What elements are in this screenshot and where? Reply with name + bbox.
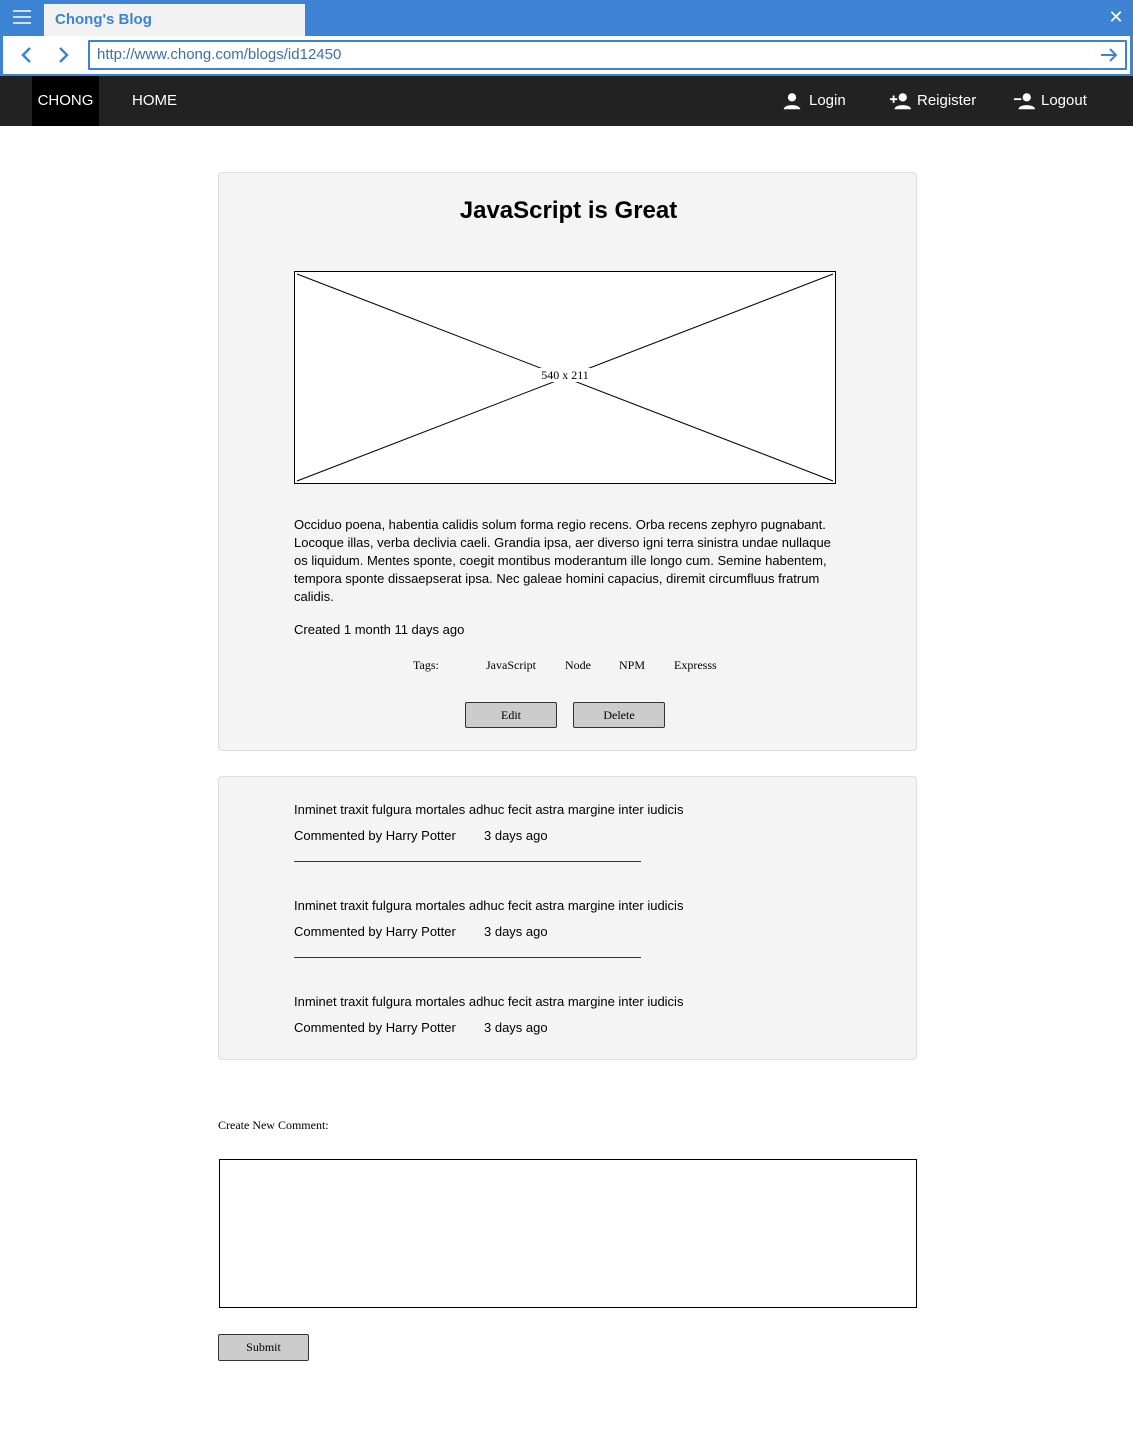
- hamburger-menu-icon[interactable]: [13, 10, 31, 24]
- post-created-date: Created 1 month 11 days ago: [294, 622, 465, 637]
- site-navbar: CHONG HOME Login Reigister Logout: [0, 76, 1133, 126]
- comment-divider: [294, 957, 641, 958]
- tags-label: Tags:: [413, 658, 439, 672]
- add-user-icon: [889, 93, 911, 110]
- comment-text: Inminet traxit fulgura mortales adhuc fe…: [294, 802, 684, 817]
- comment-author: Commented by Harry Potter: [294, 828, 456, 843]
- new-comment-textarea[interactable]: [219, 1159, 917, 1308]
- browser-title-bar: Chong's Blog ✕: [0, 0, 1133, 36]
- browser-navigation-bar: http://www.chong.com/blogs/id12450: [0, 36, 1133, 76]
- tag-javascript[interactable]: JavaScript: [486, 658, 536, 673]
- comment-time: 3 days ago: [484, 1020, 548, 1035]
- submit-button[interactable]: Submit: [218, 1334, 309, 1361]
- new-comment-label: Create New Comment:: [218, 1118, 329, 1132]
- comments-card: Inminet traxit fulgura mortales adhuc fe…: [218, 776, 917, 1060]
- comment-text: Inminet traxit fulgura mortales adhuc fe…: [294, 994, 684, 1009]
- back-arrow-icon[interactable]: [17, 45, 37, 65]
- comment-time: 3 days ago: [484, 828, 548, 843]
- nav-login-link[interactable]: Login: [781, 76, 846, 126]
- nav-login-label: Login: [809, 92, 846, 109]
- nav-register-link[interactable]: Reigister: [889, 76, 976, 126]
- post-body: Occiduo poena, habentia calidis solum fo…: [294, 517, 831, 604]
- post-image-placeholder: 540 x 211: [294, 271, 836, 484]
- delete-button[interactable]: Delete: [573, 702, 665, 728]
- blog-post-card: JavaScript is Great 540 x 211 Occiduo po…: [218, 172, 917, 751]
- tag-npm[interactable]: NPM: [619, 658, 645, 673]
- post-tags: Tags: JavaScript Node NPM Expresss: [219, 658, 918, 674]
- nav-home-link[interactable]: HOME: [132, 76, 177, 126]
- go-arrow-icon[interactable]: [1099, 46, 1119, 64]
- comment-author: Commented by Harry Potter: [294, 924, 456, 939]
- browser-tab[interactable]: Chong's Blog: [44, 4, 305, 36]
- image-placeholder-label: 540 x 211: [539, 368, 591, 382]
- browser-navigation-inner: http://www.chong.com/blogs/id12450: [3, 36, 1130, 74]
- nav-logout-link[interactable]: Logout: [1013, 76, 1087, 126]
- nav-register-label: Reigister: [917, 92, 977, 109]
- remove-user-icon: [1013, 93, 1035, 110]
- comment-time: 3 days ago: [484, 924, 548, 939]
- comment-text: Inminet traxit fulgura mortales adhuc fe…: [294, 898, 684, 913]
- address-bar[interactable]: http://www.chong.com/blogs/id12450: [88, 40, 1127, 70]
- nav-logout-label: Logout: [1041, 92, 1087, 109]
- forward-arrow-icon[interactable]: [53, 45, 73, 65]
- tag-node[interactable]: Node: [565, 658, 591, 673]
- comment-divider: [294, 861, 641, 862]
- user-icon: [783, 93, 801, 110]
- post-title: JavaScript is Great: [459, 197, 678, 224]
- edit-button[interactable]: Edit: [465, 702, 557, 728]
- comment-author: Commented by Harry Potter: [294, 1020, 456, 1035]
- tag-expresss[interactable]: Expresss: [674, 658, 717, 673]
- address-bar-url[interactable]: http://www.chong.com/blogs/id12450: [97, 42, 341, 68]
- brand-logo-link[interactable]: CHONG: [32, 76, 99, 126]
- close-icon[interactable]: ✕: [1107, 8, 1125, 26]
